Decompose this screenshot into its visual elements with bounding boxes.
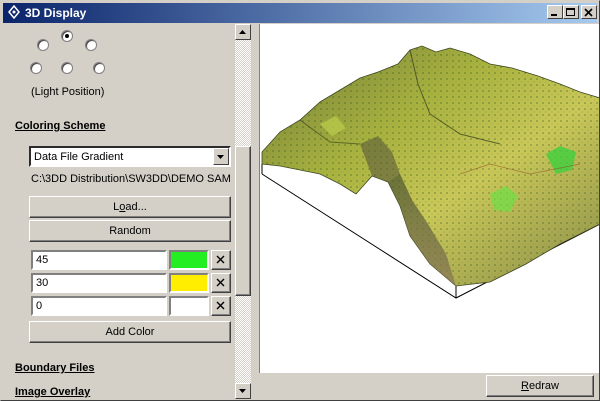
app-window: 3D Display (Light Position) Coloring Sch… [0, 0, 600, 401]
scroll-up-button[interactable] [235, 24, 251, 40]
close-button[interactable] [581, 5, 597, 19]
color-stop-value-3[interactable]: 0 [31, 296, 167, 316]
color-stop-swatch-1[interactable] [169, 250, 209, 270]
minimize-icon [551, 14, 557, 16]
title-bar[interactable]: 3D Display [3, 3, 597, 23]
color-stop-swatch-2[interactable] [169, 273, 209, 293]
maximize-button[interactable] [563, 5, 579, 19]
remove-color-stop-2-button[interactable] [211, 273, 231, 293]
dropdown-button[interactable] [213, 148, 229, 165]
scroll-thumb[interactable] [235, 146, 251, 296]
view-toolbar: Redraw [259, 373, 599, 399]
app-icon [8, 5, 20, 19]
arrow-up-icon [239, 30, 246, 34]
gradient-file-path: C:\3DD Distribution\SW3DD\DEMO SAM [31, 173, 231, 185]
coloring-scheme-value: Data File Gradient [34, 151, 124, 163]
maximize-icon [566, 8, 575, 16]
light-position-radio-1[interactable] [37, 39, 49, 51]
terrain-render [261, 45, 599, 299]
add-color-button[interactable]: Add Color [29, 321, 231, 343]
coloring-scheme-select[interactable]: Data File Gradient [29, 146, 231, 167]
chevron-down-icon [217, 155, 224, 159]
light-position-label: (Light Position) [31, 86, 105, 98]
color-stop-value-1[interactable]: 45 [31, 250, 167, 270]
light-position-radio-6[interactable] [93, 62, 105, 74]
load-button[interactable]: Load... [29, 196, 231, 218]
close-icon [584, 8, 593, 17]
panel-splitter[interactable] [251, 24, 259, 399]
terrain-3d-view[interactable] [259, 24, 599, 373]
close-icon [216, 278, 225, 287]
remove-color-stop-1-button[interactable] [211, 250, 231, 270]
light-position-radio-3[interactable] [85, 39, 97, 51]
color-stop-value-2[interactable]: 30 [31, 273, 167, 293]
close-icon [216, 255, 225, 264]
remove-color-stop-3-button[interactable] [211, 296, 231, 316]
boundary-files-heading[interactable]: Boundary Files [15, 362, 94, 374]
light-position-radio-5[interactable] [61, 62, 73, 74]
window-title: 3D Display [25, 6, 87, 20]
color-stop-swatch-3[interactable] [169, 296, 209, 316]
coloring-scheme-heading[interactable]: Coloring Scheme [15, 120, 105, 132]
scroll-down-button[interactable] [235, 383, 251, 399]
redraw-button[interactable]: Redraw [486, 375, 594, 397]
minimize-button[interactable] [547, 5, 563, 19]
light-position-radio-2[interactable] [61, 30, 73, 42]
light-position-radio-4[interactable] [30, 62, 42, 74]
random-button[interactable]: Random [29, 220, 231, 242]
close-icon [216, 301, 225, 310]
arrow-down-icon [239, 389, 246, 393]
settings-scrollbar[interactable] [235, 24, 251, 399]
settings-panel: (Light Position) Coloring Scheme Data Fi… [3, 24, 235, 399]
image-overlay-heading[interactable]: Image Overlay [15, 386, 90, 398]
